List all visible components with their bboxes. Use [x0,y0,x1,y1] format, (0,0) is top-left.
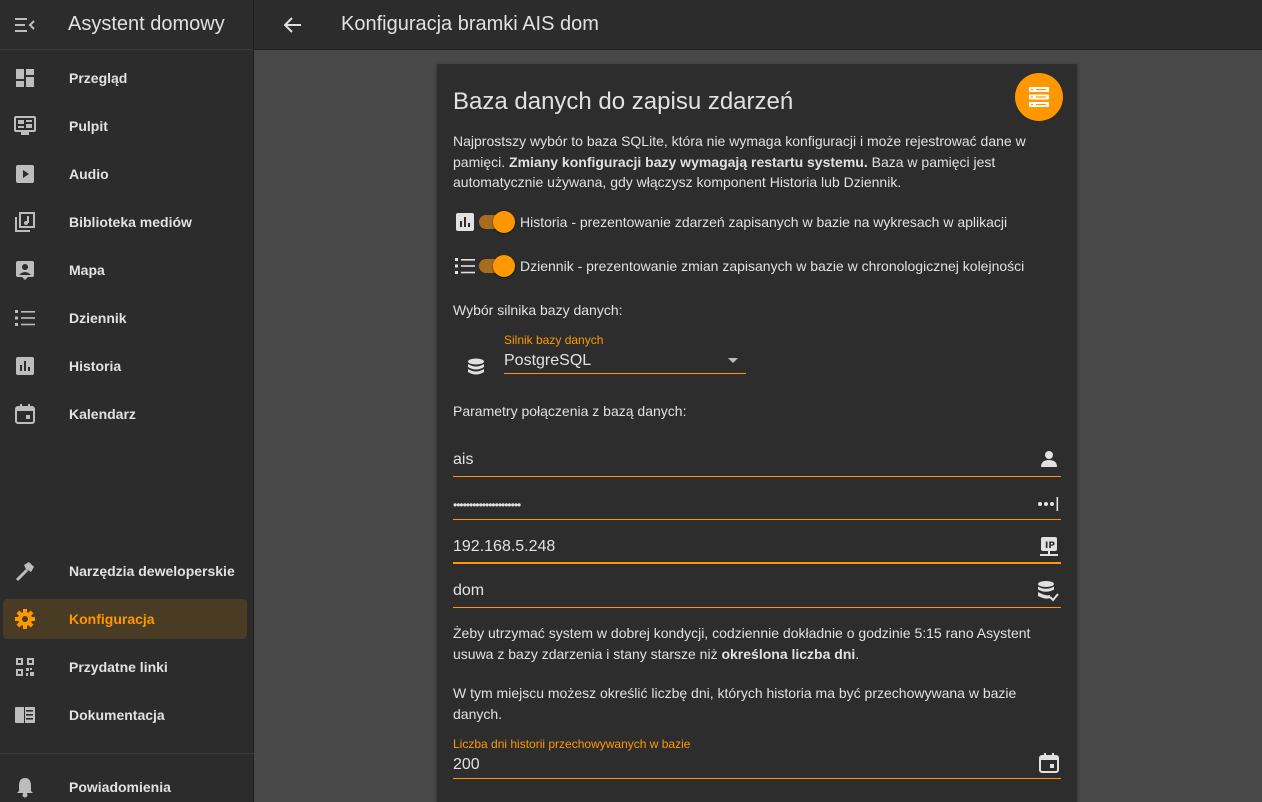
sidebar-item-label: Powiadomienia [69,779,171,795]
sidebar-item-narzedzia[interactable]: Narzędzia deweloperskie [3,551,247,591]
calendar-icon [3,404,47,424]
history-days-value: 200 [453,756,480,773]
bell-icon [3,776,47,798]
db-engine-select-value: PostgreSQL [504,352,592,369]
db-user-field[interactable]: ais [453,447,1061,477]
connection-section-label: Parametry połączenia z bazą danych: [453,403,687,419]
sidebar-item-label: Przydatne linki [69,659,168,675]
db-host-field[interactable]: 192.168.5.248 IP [453,534,1061,564]
sidebar-item-dziennik[interactable]: Dziennik [3,298,247,338]
server-icon [1015,73,1063,121]
logbook-switch[interactable] [479,254,515,278]
history-switch[interactable] [479,210,515,234]
purge-info-text: Żeby utrzymać system w dobrej kondycji, … [453,625,1031,662]
sidebar-item-label: Dokumentacja [69,707,165,723]
db-password-field[interactable]: ••••••••••••••••••••• [453,490,1061,520]
sidebar-item-label: Dziennik [69,310,127,326]
menu-collapse-icon[interactable] [0,17,50,33]
top-app-bar: Konfiguracja bramki AIS dom [254,0,1262,50]
database-config-card: Baza danych do zapisu zdarzeń Najprostsz… [437,64,1077,802]
db-engine-select[interactable]: Silnik bazy danych PostgreSQL [504,332,746,374]
chart-box-icon [453,212,477,232]
sidebar-item-label: Konfiguracja [69,611,155,627]
sidebar-item-przydatne-linki[interactable]: Przydatne linki [3,647,247,687]
sidebar-item-label: Historia [69,358,122,374]
history-days-field[interactable]: Liczba dni historii przechowywanych w ba… [453,735,1061,779]
svg-text:IP: IP [1045,541,1055,551]
sidebar-item-przeglad[interactable]: Przegląd [3,58,247,98]
sidebar-divider [0,753,254,754]
hammer-icon [3,560,47,582]
days-info-text: W tym miejscu możesz określić liczbę dni… [453,685,1017,722]
sidebar-item-biblioteka[interactable]: Biblioteka mediów [3,202,247,242]
db-name-field[interactable]: dom [453,578,1061,608]
intro-text: Najprostszy wybór to baza SQLite, która … [453,133,1026,190]
sidebar-item-label: Kalendarz [69,406,136,422]
sidebar-header: Asystent domowy [0,0,253,50]
sidebar-item-kalendarz[interactable]: Kalendarz [3,394,247,434]
database-check-icon [1037,580,1059,607]
sidebar-item-label: Biblioteka mediów [69,214,192,230]
back-arrow-icon[interactable] [254,16,332,33]
sidebar-item-label: Pulpit [69,118,108,134]
logbook-toggle-label: Dziennik - prezentowanie zmian zapisanyc… [520,258,1025,274]
history-toggle-row: Historia - prezentowanie zdarzeń zapisan… [453,210,1007,234]
sidebar-item-label: Audio [69,166,109,182]
account-box-icon [3,260,47,280]
sidebar-item-historia[interactable]: Historia [3,346,247,386]
account-icon [1039,449,1059,474]
engine-section-label: Wybór silnika bazy danych: [453,302,623,318]
library-music-icon [3,212,47,232]
dropdown-caret-icon [728,358,738,363]
sidebar: Asystent domowy Przegląd Pulpit Audio Bi… [0,0,254,802]
database-icon [467,358,485,383]
cog-icon [3,608,47,630]
logbook-toggle-row: Dziennik - prezentowanie zmian zapisanyc… [453,254,1024,278]
dashboard-icon [3,68,47,88]
ip-network-icon: IP [1039,536,1059,563]
chart-box-icon [3,356,47,376]
card-title: Baza danych do zapisu zdarzeń [453,88,794,115]
password-dots-icon [1037,496,1059,517]
play-box-icon [3,164,47,184]
sidebar-item-dokumentacja[interactable]: Dokumentacja [3,695,247,735]
sidebar-item-label: Mapa [69,262,105,278]
page-title: Konfiguracja bramki AIS dom [341,13,599,35]
history-toggle-label: Historia - prezentowanie zdarzeń zapisan… [520,214,1008,230]
book-open-icon [3,706,47,724]
sidebar-item-label: Przegląd [69,70,128,86]
history-days-label: Liczba dni historii przechowywanych w ba… [453,737,691,751]
sidebar-item-powiadomienia[interactable]: Powiadomienia [3,767,247,802]
sidebar-item-label: Narzędzia deweloperskie [69,563,235,579]
sidebar-item-konfiguracja[interactable]: Konfiguracja [3,599,247,639]
sidebar-item-audio[interactable]: Audio [3,154,247,194]
sidebar-item-pulpit[interactable]: Pulpit [3,106,247,146]
db-engine-select-label: Silnik bazy danych [504,333,604,347]
monitor-dashboard-icon [3,116,47,136]
calendar-icon [1039,753,1059,778]
format-list-bulleted-icon [3,309,47,327]
sidebar-item-mapa[interactable]: Mapa [3,250,247,290]
qrcode-icon [3,657,47,677]
format-list-bulleted-icon [453,257,477,275]
app-title: Asystent domowy [68,13,225,35]
